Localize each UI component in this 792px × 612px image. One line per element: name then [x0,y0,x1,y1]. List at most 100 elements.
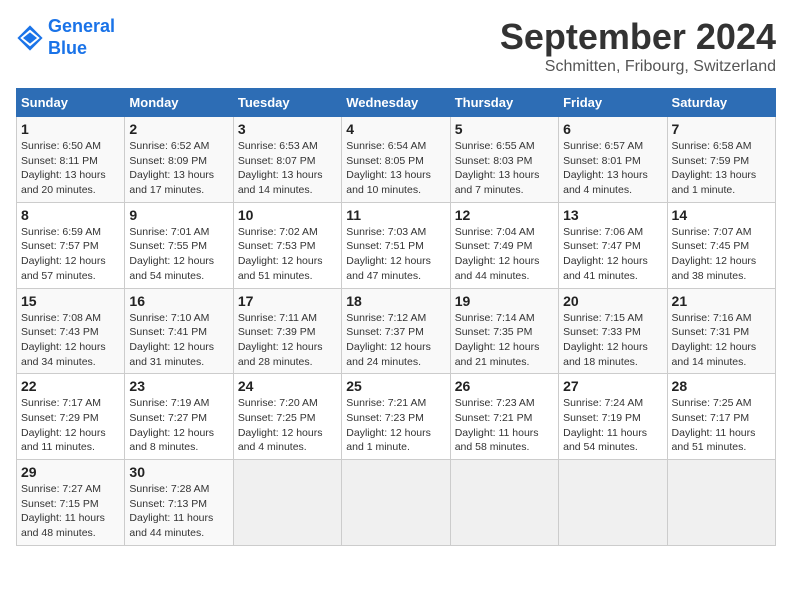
col-monday: Monday [125,89,233,117]
day-info: Sunrise: 7:15 AM Sunset: 7:33 PM Dayligh… [563,311,662,370]
day-number: 3 [238,121,337,137]
day-info: Sunrise: 6:57 AM Sunset: 8:01 PM Dayligh… [563,139,662,198]
day-number: 9 [129,207,228,223]
table-cell: 13Sunrise: 7:06 AM Sunset: 7:47 PM Dayli… [559,202,667,288]
table-cell: 22Sunrise: 7:17 AM Sunset: 7:29 PM Dayli… [17,374,125,460]
day-info: Sunrise: 7:28 AM Sunset: 7:13 PM Dayligh… [129,482,228,541]
day-number: 17 [238,293,337,309]
day-info: Sunrise: 7:24 AM Sunset: 7:19 PM Dayligh… [563,396,662,455]
table-cell: 2Sunrise: 6:52 AM Sunset: 8:09 PM Daylig… [125,117,233,203]
table-cell: 15 Sunrise: 7:08 AM Sunset: 7:43 PM Dayli… [17,288,125,374]
table-cell [667,460,775,546]
day-info: Sunrise: 7:11 AM Sunset: 7:39 PM Dayligh… [238,311,337,370]
day-number: 18 [346,293,445,309]
table-cell: 20 Sunrise: 7:15 AM Sunset: 7:33 PM Dayli… [559,288,667,374]
title-area: September 2024 Schmitten, Fribourg, Swit… [500,16,776,76]
day-info: Sunrise: 7:16 AM Sunset: 7:31 PM Dayligh… [672,311,771,370]
day-number: 14 [672,207,771,223]
day-number: 11 [346,207,445,223]
day-info: Sunrise: 7:23 AM Sunset: 7:21 PM Dayligh… [455,396,554,455]
col-saturday: Saturday [667,89,775,117]
day-number: 5 [455,121,554,137]
day-info: Sunrise: 7:25 AM Sunset: 7:17 PM Dayligh… [672,396,771,455]
day-number: 26 [455,378,554,394]
table-cell [450,460,558,546]
day-number: 13 [563,207,662,223]
day-number: 6 [563,121,662,137]
table-cell: 10 Sunrise: 7:02 AM Sunset: 7:53 PM Dayli… [233,202,341,288]
day-number: 4 [346,121,445,137]
day-info: Sunrise: 7:19 AM Sunset: 7:27 PM Dayligh… [129,396,228,455]
table-cell [342,460,450,546]
day-info: Sunrise: 7:27 AM Sunset: 7:15 PM Dayligh… [21,482,120,541]
day-info: Sunrise: 6:54 AM Sunset: 8:05 PM Dayligh… [346,139,445,198]
table-cell: 12 Sunrise: 7:04 AM Sunset: 7:49 PM Dayli… [450,202,558,288]
col-tuesday: Tuesday [233,89,341,117]
day-number: 25 [346,378,445,394]
day-number: 27 [563,378,662,394]
week-row-2: 8Sunrise: 6:59 AM Sunset: 7:57 PM Daylig… [17,202,776,288]
table-cell: 29 Sunrise: 7:27 AM Sunset: 7:15 PM Dayli… [17,460,125,546]
day-number: 7 [672,121,771,137]
day-number: 8 [21,207,120,223]
table-cell: 4 Sunrise: 6:54 AM Sunset: 8:05 PM Daylig… [342,117,450,203]
page-subtitle: Schmitten, Fribourg, Switzerland [500,58,776,76]
day-info: Sunrise: 7:01 AM Sunset: 7:55 PM Dayligh… [129,225,228,284]
day-info: Sunrise: 7:12 AM Sunset: 7:37 PM Dayligh… [346,311,445,370]
day-number: 28 [672,378,771,394]
table-cell: 28 Sunrise: 7:25 AM Sunset: 7:17 PM Dayli… [667,374,775,460]
col-friday: Friday [559,89,667,117]
table-cell: 16 Sunrise: 7:10 AM Sunset: 7:41 PM Dayli… [125,288,233,374]
table-cell [559,460,667,546]
week-row-1: 1Sunrise: 6:50 AM Sunset: 8:11 PM Daylig… [17,117,776,203]
day-number: 10 [238,207,337,223]
day-info: Sunrise: 6:55 AM Sunset: 8:03 PM Dayligh… [455,139,554,198]
day-info: Sunrise: 7:08 AM Sunset: 7:43 PM Dayligh… [21,311,120,370]
table-cell: 3 Sunrise: 6:53 AM Sunset: 8:07 PM Daylig… [233,117,341,203]
day-info: Sunrise: 6:50 AM Sunset: 8:11 PM Dayligh… [21,139,120,198]
day-info: Sunrise: 6:58 AM Sunset: 7:59 PM Dayligh… [672,139,771,198]
calendar-table: Sunday Monday Tuesday Wednesday Thursday… [16,88,776,546]
table-cell: 11 Sunrise: 7:03 AM Sunset: 7:51 PM Dayli… [342,202,450,288]
day-info: Sunrise: 7:17 AM Sunset: 7:29 PM Dayligh… [21,396,120,455]
day-number: 16 [129,293,228,309]
day-info: Sunrise: 7:10 AM Sunset: 7:41 PM Dayligh… [129,311,228,370]
week-row-5: 29 Sunrise: 7:27 AM Sunset: 7:15 PM Dayli… [17,460,776,546]
table-cell: 9 Sunrise: 7:01 AM Sunset: 7:55 PM Daylig… [125,202,233,288]
table-cell: 23 Sunrise: 7:19 AM Sunset: 7:27 PM Dayli… [125,374,233,460]
table-cell: 26 Sunrise: 7:23 AM Sunset: 7:21 PM Dayli… [450,374,558,460]
header-row: Sunday Monday Tuesday Wednesday Thursday… [17,89,776,117]
day-info: Sunrise: 7:02 AM Sunset: 7:53 PM Dayligh… [238,225,337,284]
logo-icon [16,24,44,52]
logo-text: General Blue [48,16,115,59]
day-info: Sunrise: 6:53 AM Sunset: 8:07 PM Dayligh… [238,139,337,198]
day-number: 23 [129,378,228,394]
day-number: 21 [672,293,771,309]
table-cell: 5 Sunrise: 6:55 AM Sunset: 8:03 PM Daylig… [450,117,558,203]
page-title: September 2024 [500,16,776,58]
table-cell: 19Sunrise: 7:14 AM Sunset: 7:35 PM Dayli… [450,288,558,374]
day-info: Sunrise: 7:07 AM Sunset: 7:45 PM Dayligh… [672,225,771,284]
table-cell: 18 Sunrise: 7:12 AM Sunset: 7:37 PM Dayli… [342,288,450,374]
day-number: 24 [238,378,337,394]
day-info: Sunrise: 7:21 AM Sunset: 7:23 PM Dayligh… [346,396,445,455]
col-thursday: Thursday [450,89,558,117]
table-cell: 25 Sunrise: 7:21 AM Sunset: 7:23 PM Dayli… [342,374,450,460]
table-cell: 30Sunrise: 7:28 AM Sunset: 7:13 PM Dayli… [125,460,233,546]
day-info: Sunrise: 7:04 AM Sunset: 7:49 PM Dayligh… [455,225,554,284]
day-number: 12 [455,207,554,223]
table-cell: 1Sunrise: 6:50 AM Sunset: 8:11 PM Daylig… [17,117,125,203]
day-info: Sunrise: 7:20 AM Sunset: 7:25 PM Dayligh… [238,396,337,455]
table-cell: 8Sunrise: 6:59 AM Sunset: 7:57 PM Daylig… [17,202,125,288]
day-number: 29 [21,464,120,480]
col-sunday: Sunday [17,89,125,117]
table-cell: 7 Sunrise: 6:58 AM Sunset: 7:59 PM Daylig… [667,117,775,203]
logo: General Blue [16,16,115,59]
day-number: 20 [563,293,662,309]
day-number: 2 [129,121,228,137]
table-cell: 27 Sunrise: 7:24 AM Sunset: 7:19 PM Dayli… [559,374,667,460]
table-cell: 6 Sunrise: 6:57 AM Sunset: 8:01 PM Daylig… [559,117,667,203]
table-cell: 24 Sunrise: 7:20 AM Sunset: 7:25 PM Dayli… [233,374,341,460]
day-info: Sunrise: 7:03 AM Sunset: 7:51 PM Dayligh… [346,225,445,284]
day-number: 15 [21,293,120,309]
